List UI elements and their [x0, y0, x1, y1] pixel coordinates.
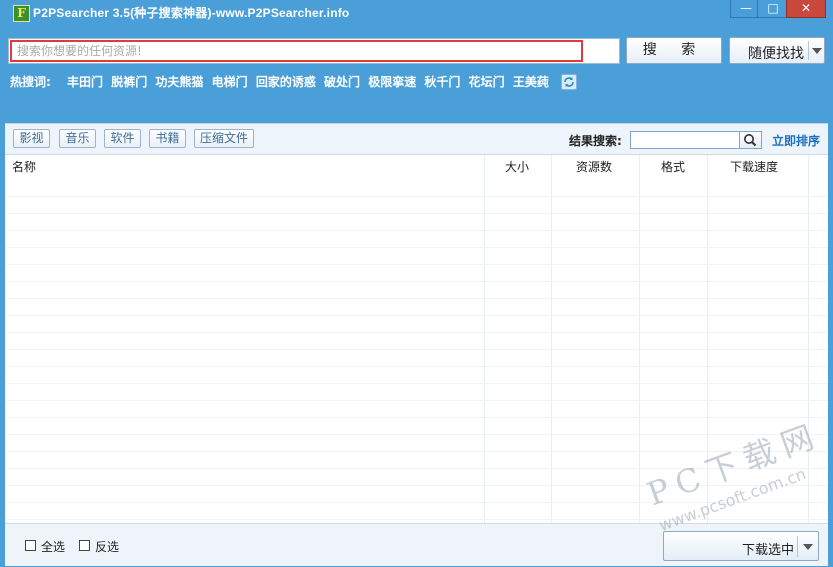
random-search-label: 随便找找 — [748, 46, 804, 62]
column-header-format[interactable]: 格式 — [661, 155, 685, 179]
table-row-line — [5, 349, 828, 350]
footer-bar: 全选 反选 下载选中 — [5, 523, 828, 566]
invert-selection-label: 反选 — [95, 540, 120, 554]
hot-keyword[interactable]: 极限挛速 — [368, 75, 416, 89]
sort-now-link[interactable]: 立即排序 — [772, 132, 820, 149]
category-books-button[interactable]: 书籍 — [149, 129, 186, 148]
select-all-checkbox[interactable] — [25, 540, 36, 551]
column-header-size[interactable]: 大小 — [505, 155, 529, 179]
category-music-button[interactable]: 音乐 — [59, 129, 96, 148]
title-bar[interactable]: F P2PSearcher 3.5(种子搜索神器)-www.P2PSearche… — [0, 0, 833, 24]
random-search-button[interactable]: 随便找找 — [729, 37, 825, 64]
hot-keyword[interactable]: 秋千门 — [424, 75, 460, 89]
column-header-sources[interactable]: 资源数 — [576, 155, 612, 179]
column-header-name[interactable]: 名称 — [12, 155, 36, 179]
chevron-down-icon[interactable] — [803, 544, 813, 550]
table-row-line — [5, 468, 828, 469]
results-table: 名称 大小 资源数 格式 下载速度 — [5, 155, 828, 523]
table-row-line — [5, 332, 828, 333]
table-row-line — [5, 315, 828, 316]
category-software-button[interactable]: 软件 — [104, 129, 141, 148]
maximize-button[interactable]: □ — [757, 0, 789, 18]
table-row-line — [5, 519, 828, 520]
category-toolbar: 影视 音乐 软件 书籍 压缩文件 结果搜索: 立即排序 — [5, 123, 828, 155]
table-row-line — [5, 485, 828, 486]
category-video-button[interactable]: 影视 — [13, 129, 50, 148]
table-row-line — [5, 213, 828, 214]
table-row-line — [5, 366, 828, 367]
result-search-button[interactable] — [740, 131, 762, 149]
hot-keyword[interactable]: 功夫熊猫 — [155, 75, 203, 89]
result-search-label: 结果搜索: — [569, 134, 622, 148]
table-row-line — [5, 230, 828, 231]
category-archive-button[interactable]: 压缩文件 — [194, 129, 254, 148]
hot-keywords-label: 热搜词: — [10, 75, 51, 89]
search-button[interactable]: 搜 索 — [626, 37, 722, 64]
close-button[interactable]: ✕ — [786, 0, 826, 18]
app-window: F P2PSearcher 3.5(种子搜索神器)-www.P2PSearche… — [0, 0, 833, 567]
download-selected-label: 下载选中 — [742, 543, 795, 558]
select-all-label: 全选 — [41, 540, 66, 554]
divider — [808, 41, 809, 60]
hot-keyword[interactable]: 回家的诱惑 — [256, 75, 316, 89]
table-row-line — [5, 417, 828, 418]
result-search-input[interactable] — [630, 131, 740, 149]
table-row-line — [5, 196, 828, 197]
refresh-icon[interactable] — [561, 74, 578, 90]
hot-keyword[interactable]: 电梯门 — [212, 75, 248, 89]
hot-keyword[interactable]: 脱裤门 — [111, 75, 147, 89]
table-row-line — [5, 383, 828, 384]
table-row-line — [5, 264, 828, 265]
table-row-line — [5, 451, 828, 452]
table-row-line — [5, 502, 828, 503]
search-icon — [744, 134, 757, 147]
hot-keywords-bar: 热搜词: 丰田门 脱裤门 功夫熊猫 电梯门 回家的诱惑 破处门 极限挛速 秋千门… — [10, 73, 578, 90]
table-row-line — [5, 281, 828, 282]
table-row-line — [5, 247, 828, 248]
window-title: P2PSearcher 3.5(种子搜索神器)-www.P2PSearcher.… — [33, 6, 350, 20]
chevron-down-icon[interactable] — [812, 48, 822, 54]
search-bar: 搜索你想要的任何资源! — [8, 38, 620, 64]
table-row-line — [5, 434, 828, 435]
hot-keyword[interactable]: 王美莼 — [513, 75, 549, 89]
table-header: 名称 大小 资源数 格式 下载速度 — [5, 155, 828, 179]
download-selected-button[interactable]: 下载选中 — [663, 531, 819, 561]
hot-keyword[interactable]: 花坛门 — [469, 75, 505, 89]
invert-selection-checkbox[interactable] — [79, 540, 90, 551]
app-logo-icon: F — [13, 5, 30, 22]
divider — [797, 536, 798, 557]
table-row-line — [5, 400, 828, 401]
column-header-speed[interactable]: 下载速度 — [730, 155, 778, 179]
hot-keyword[interactable]: 破处门 — [324, 75, 360, 89]
table-row-line — [5, 298, 828, 299]
hot-keyword[interactable]: 丰田门 — [67, 75, 103, 89]
search-input[interactable]: 搜索你想要的任何资源! — [10, 40, 583, 62]
